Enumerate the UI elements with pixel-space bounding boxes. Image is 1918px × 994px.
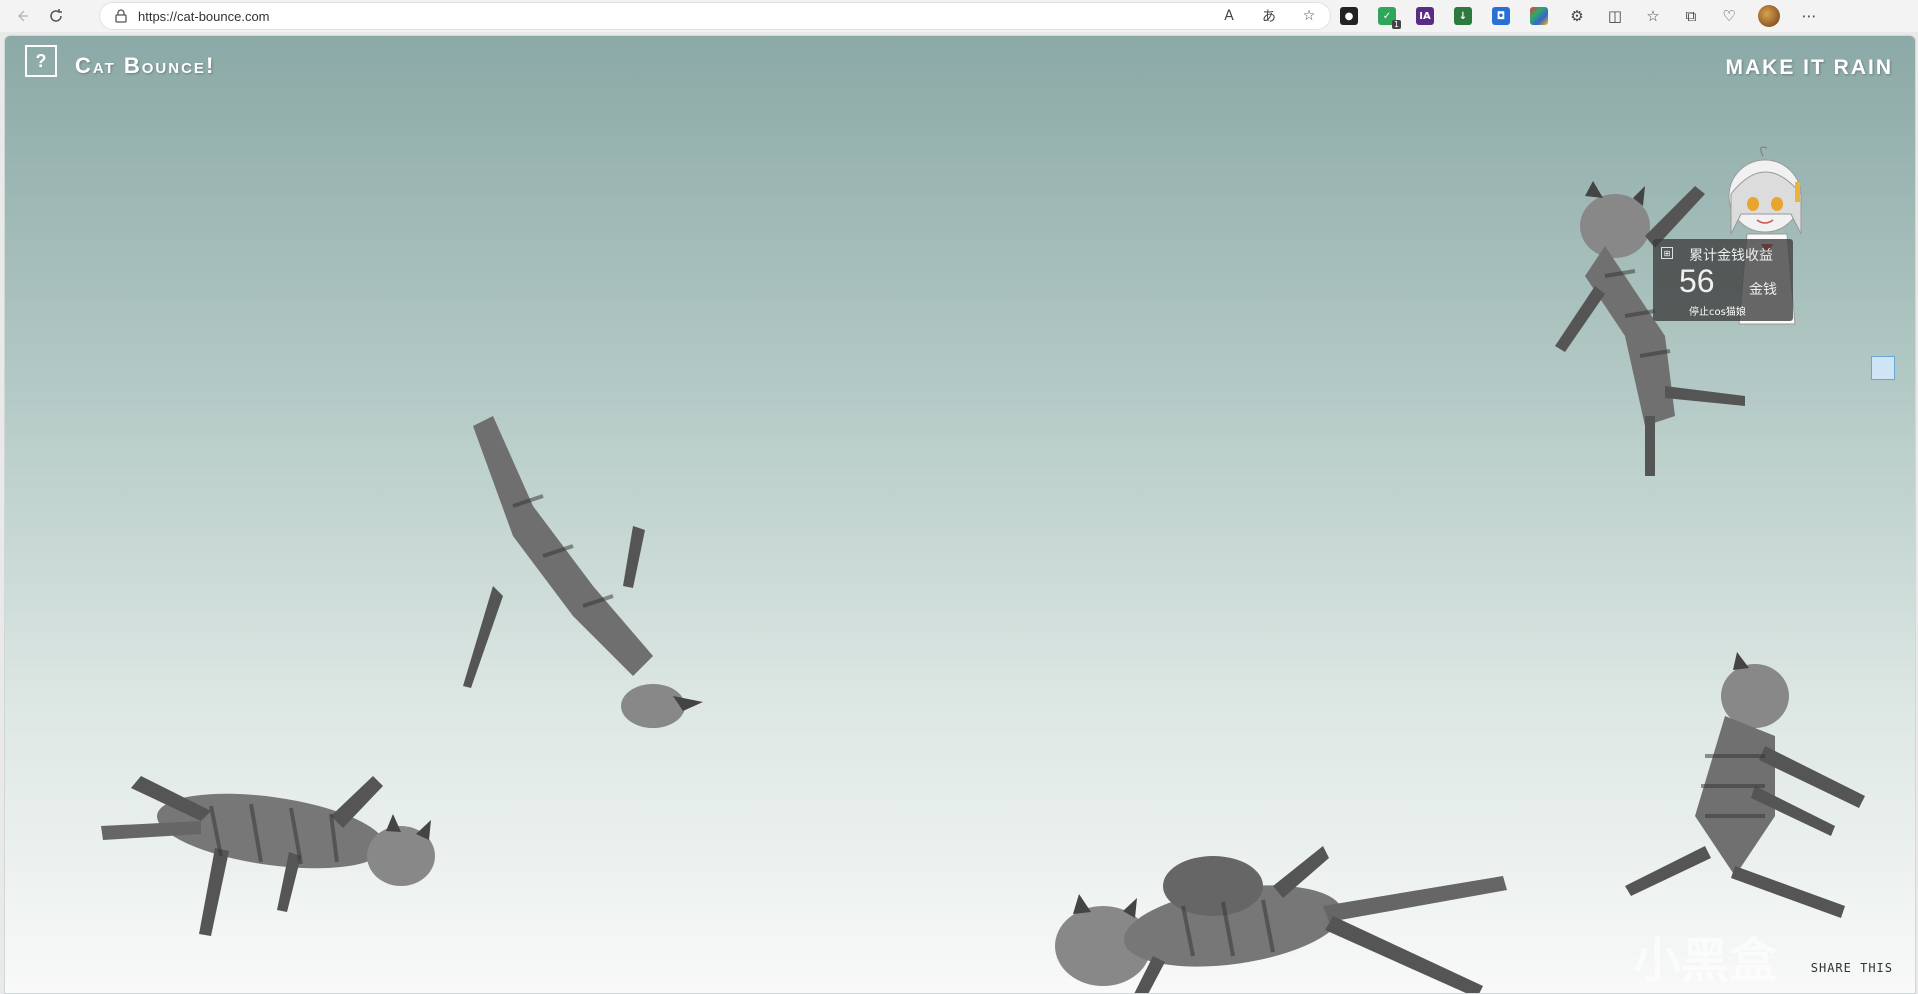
money-unit: 金钱 [1749,282,1777,298]
stop-cosplay-button[interactable]: 停止cos猫娘 [1689,303,1746,318]
extension-shield-icon[interactable]: ✓ 1 [1378,7,1401,29]
reload-button[interactable] [42,2,70,30]
cat-image-4[interactable] [1033,806,1523,994]
extension-download-icon[interactable]: ↓ [1454,7,1472,25]
extensions-puzzle-icon[interactable]: ⚙ [1568,7,1586,25]
extension-ia-icon[interactable]: IA [1416,7,1434,25]
money-value: 56 [1679,263,1715,299]
favorites-icon[interactable]: ☆ [1644,7,1662,25]
extension-mask-icon[interactable]: ● [1340,7,1358,25]
profile-avatar[interactable] [1758,5,1780,27]
make-it-rain-button[interactable]: MAKE IT RAIN [1726,56,1894,80]
translate-icon[interactable]: あ [1260,6,1278,26]
site-watermark: 小黑盒 [1633,933,1778,989]
widget-settings-icon[interactable]: ⊞ [1661,247,1673,259]
browser-toolbar: https://cat-bounce.com A あ ☆ ● ✓ 1 IA ↓ ◘… [0,0,1918,32]
floating-side-icon[interactable] [1871,356,1895,380]
split-screen-icon[interactable]: ◫ [1606,7,1624,25]
back-button[interactable] [8,2,36,30]
widget-title: 累计金钱收益 [1689,248,1773,264]
help-button[interactable]: ? [25,45,57,77]
collections-icon[interactable]: ⧉ [1682,7,1700,25]
money-counter-widget: ⊞ 累计金钱收益 56 金钱 停止cos猫娘 [1653,239,1793,321]
page-viewport: ? Cat Bounce! MAKE IT RAIN ⊞ 累计金钱收益 56 金… [4,35,1916,994]
more-menu-icon[interactable]: ⋯ [1800,7,1818,25]
address-bar[interactable]: https://cat-bounce.com A あ ☆ [100,3,1330,29]
extensions-bar: ● ✓ 1 IA ↓ ◘ ⚙ ◫ ☆ ⧉ ♡ ⋯ [1340,4,1818,29]
page-title: Cat Bounce! [75,53,216,78]
read-aloud-icon[interactable]: A [1220,8,1238,24]
lock-icon [114,9,128,23]
extension-blue-icon[interactable]: ◘ [1492,7,1510,25]
favorite-star-icon[interactable]: ☆ [1300,8,1318,24]
extension-grid-icon[interactable] [1530,7,1548,25]
reload-icon [50,9,62,22]
back-arrow-icon [17,10,28,22]
url-text: https://cat-bounce.com [138,8,270,24]
cat-image-5[interactable] [1605,646,1875,936]
cat-image-1[interactable] [101,716,461,976]
share-this-link[interactable]: SHARE THIS [1811,961,1893,975]
cat-image-2[interactable] [453,406,713,746]
performance-icon[interactable]: ♡ [1720,7,1738,25]
